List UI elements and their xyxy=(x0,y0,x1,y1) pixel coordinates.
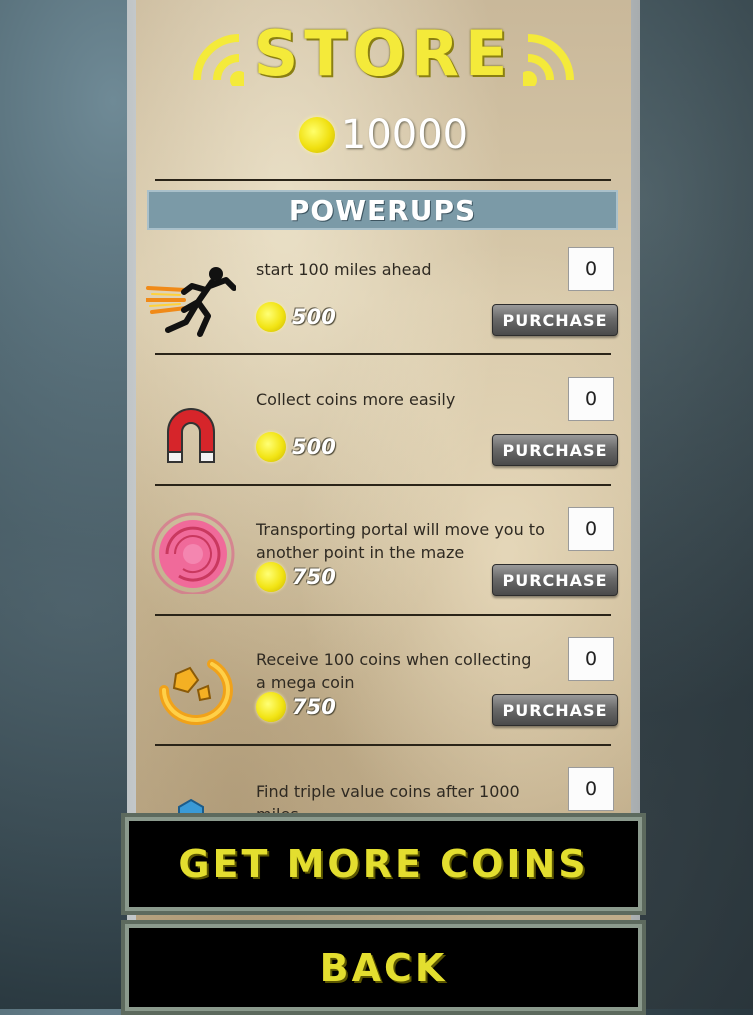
purchase-button[interactable]: PURCHASE xyxy=(492,694,618,726)
powerup-item: start 100 miles ahead 500 0 PURCHASE xyxy=(136,240,631,370)
coin-icon xyxy=(298,117,335,153)
powerup-price: 500 xyxy=(256,432,336,462)
back-button[interactable]: BACK xyxy=(121,920,646,1015)
coin-balance-value: 10000 xyxy=(340,112,469,158)
powerup-description: Receive 100 coins when collecting a mega… xyxy=(256,650,532,692)
powerup-item: Collect coins more easily 500 0 PURCHASE xyxy=(136,370,631,500)
signal-waves-right-icon xyxy=(523,34,575,86)
purchase-button[interactable]: PURCHASE xyxy=(492,434,618,466)
purchase-button[interactable]: PURCHASE xyxy=(492,304,618,336)
price-value: 750 xyxy=(292,565,336,589)
page-title: STORE xyxy=(253,16,514,90)
quantity-box: 0 xyxy=(568,507,614,551)
divider xyxy=(155,484,611,486)
section-title: POWERUPS xyxy=(288,193,477,227)
signal-waves-left-icon xyxy=(192,34,244,86)
magnet-icon xyxy=(167,408,215,463)
running-man-icon xyxy=(146,267,236,337)
quantity-box: 0 xyxy=(568,377,614,421)
powerup-price: 500 xyxy=(256,302,336,332)
get-more-coins-label: GET MORE COINS xyxy=(178,842,589,886)
coin-balance: 10000 xyxy=(136,110,631,160)
coin-icon xyxy=(256,302,286,332)
mega-coin-icon xyxy=(159,659,233,725)
powerup-price: 750 xyxy=(256,562,336,592)
get-more-coins-button[interactable]: GET MORE COINS xyxy=(121,813,646,915)
divider xyxy=(155,179,611,181)
store-header: STORE xyxy=(176,16,591,90)
quantity-box: 0 xyxy=(568,767,614,811)
powerup-item: Receive 100 coins when collecting a mega… xyxy=(136,630,631,760)
powerup-price: 750 xyxy=(256,692,336,722)
coin-icon xyxy=(256,432,286,462)
portal-icon xyxy=(151,512,235,594)
divider xyxy=(155,614,611,616)
divider xyxy=(155,353,611,355)
coin-icon xyxy=(256,562,286,592)
powerup-description: Transporting portal will move you to ano… xyxy=(256,520,545,562)
price-value: 750 xyxy=(292,695,336,719)
quantity-box: 0 xyxy=(568,247,614,291)
coin-icon xyxy=(256,692,286,722)
price-value: 500 xyxy=(292,435,336,459)
powerup-description: start 100 miles ahead xyxy=(256,260,432,279)
section-header: POWERUPS xyxy=(147,190,618,230)
purchase-button[interactable]: PURCHASE xyxy=(492,564,618,596)
price-value: 500 xyxy=(292,305,336,329)
quantity-box: 0 xyxy=(568,637,614,681)
powerup-item: Transporting portal will move you to ano… xyxy=(136,500,631,630)
powerup-description: Collect coins more easily xyxy=(256,390,456,409)
back-label: BACK xyxy=(319,945,448,990)
divider xyxy=(155,744,611,746)
